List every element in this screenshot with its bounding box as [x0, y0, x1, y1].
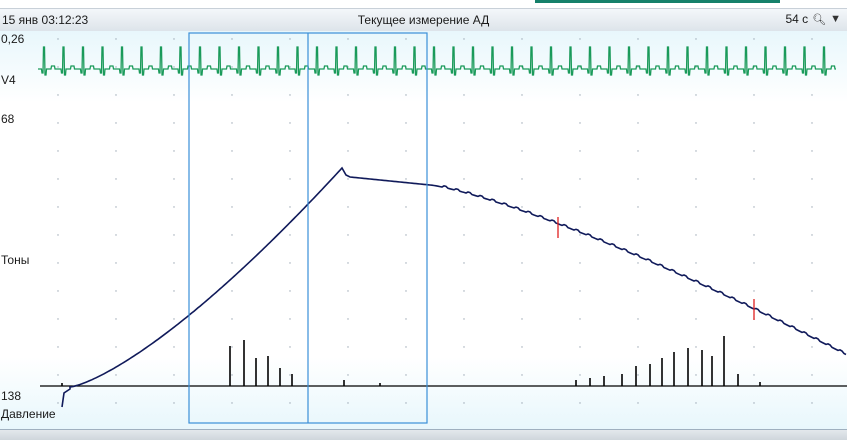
ecg-scale-label: 0,26	[1, 32, 25, 46]
chevron-down-icon[interactable]: ▼	[830, 13, 841, 25]
signal-plot[interactable]	[0, 31, 847, 429]
ecg-trace	[38, 46, 836, 76]
progress-accent	[535, 0, 780, 3]
window-title: Текущее измерение АД	[357, 13, 490, 27]
pressure-channel-label: Давление	[1, 407, 56, 421]
tones-scale-label: 68	[1, 112, 15, 126]
title-right-controls: 54 с 🔍︎ ▼	[785, 12, 841, 26]
pressure-curve	[61, 166, 847, 408]
bp-measurement-window: 15 янв 03:12:23 Текущее измерение АД 54 …	[0, 0, 847, 440]
magnifier-icon[interactable]: 🔍︎	[812, 13, 826, 26]
tones-channel-label: Тоны	[1, 253, 30, 267]
tones-spikes	[61, 336, 761, 386]
ecg-lead-label: V4	[1, 73, 16, 87]
bottom-bar	[0, 429, 847, 440]
pressure-scale-label: 138	[1, 389, 22, 403]
grid-dots	[57, 38, 813, 404]
top-strip	[0, 0, 847, 8]
duration-label: 54 с	[785, 12, 809, 26]
pressure-markers	[557, 217, 755, 320]
title-bar: 15 янв 03:12:23 Текущее измерение АД 54 …	[0, 8, 847, 32]
signal-chart-area[interactable]: 0,26 V4 68 Тоны 138 Давление	[0, 31, 847, 429]
